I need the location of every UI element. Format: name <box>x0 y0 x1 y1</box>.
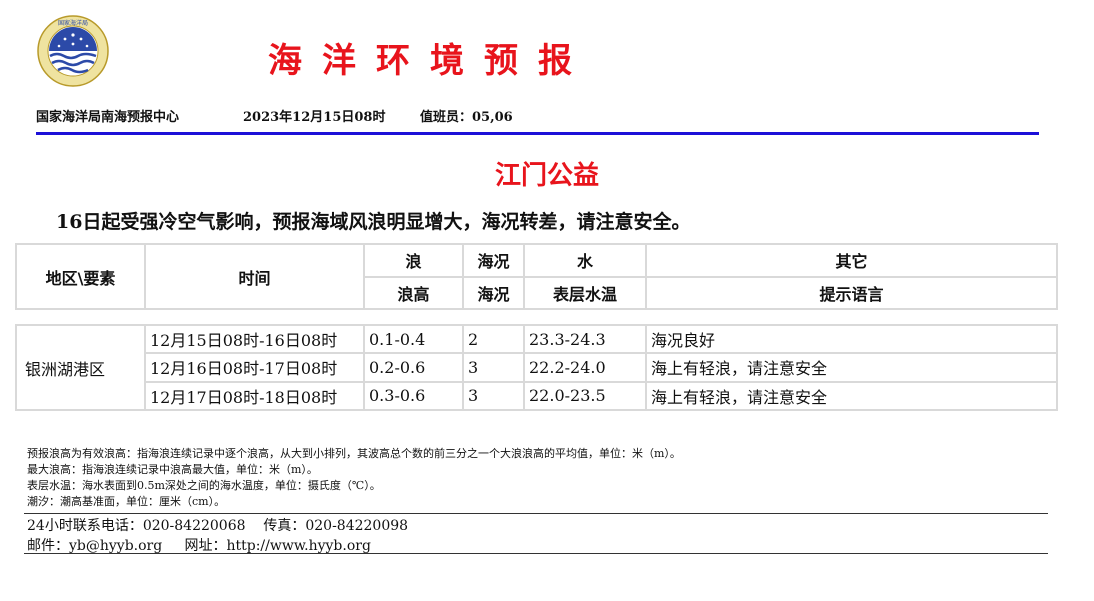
row-temp: 22.0-23.5 <box>523 380 647 412</box>
row-temp: 22.2-24.0 <box>523 352 647 383</box>
header-divider <box>36 132 1039 135</box>
col-sea-sub: 海况 <box>462 275 525 310</box>
row-wave: 0.2-0.6 <box>363 352 464 383</box>
contact-fax: 传真：020-84220098 <box>263 518 409 534</box>
row-sea: 3 <box>462 352 525 383</box>
row-time: 12月15日08时-16日08时 <box>144 323 365 355</box>
table-row: 12月16日08时-17日08时 0.2-0.6 3 22.2-24.0 海上有… <box>16 352 1058 383</box>
contact-email[interactable]: 邮件：yb@hyyb.org <box>27 538 162 554</box>
row-time: 12月17日08时-18日08时 <box>144 380 365 412</box>
soa-emblem-icon: 国家海洋局 <box>37 15 109 87</box>
contact-website[interactable]: 网址：http://www.hyyb.org <box>184 538 370 554</box>
note-line: 表层水温：海水表面到0.5m深处之间的海水温度，单位：摄氏度（℃）。 <box>27 479 381 492</box>
row-wave: 0.3-0.6 <box>363 380 464 412</box>
footnotes: 预报浪高为有效浪高：指海浪连续记录中逐个浪高，从大到小排列，其波高总个数的前三分… <box>27 446 681 510</box>
forecast-datetime: 2023年12月15日08时 <box>243 110 386 125</box>
contact-line-2: 邮件：yb@hyyb.org 网址：http://www.hyyb.org <box>27 535 371 555</box>
footer-divider-bottom <box>24 553 1048 554</box>
area-name: 银洲湖港区 <box>15 324 146 411</box>
note-line: 潮汐：潮高基准面，单位：厘米（cm）。 <box>27 495 226 508</box>
table-row: 12月17日08时-18日08时 0.3-0.6 3 22.0-23.5 海上有… <box>16 380 1058 412</box>
row-tip: 海况良好 <box>645 323 1058 355</box>
col-wave-sub: 浪高 <box>363 275 464 310</box>
table-row: 银洲湖港区 12月15日08时-16日08时 0.1-0.4 2 23.3-24… <box>15 323 1058 411</box>
row-tip: 海上有轻浪，请注意安全 <box>645 380 1058 412</box>
contact-line-1: 24小时联系电话：020-84220068 传真：020-84220098 <box>27 515 408 535</box>
col-area-header: 地区\要素 <box>15 243 146 310</box>
col-other-group: 其它 <box>645 243 1058 278</box>
row-tip: 海上有轻浪，请注意安全 <box>645 352 1058 383</box>
forecast-table-body: 银洲湖港区 12月15日08时-16日08时 0.1-0.4 2 23.3-24… <box>15 323 1058 412</box>
forecast-headline: 16日起受强冷空气影响，预报海域风浪明显增大，海况转差，请注意安全。 <box>56 211 691 233</box>
forecast-table-header: 地区\要素 时间 浪 海况 水 其它 浪高 海况 表层水温 提示语言 <box>15 243 1058 310</box>
note-line: 最大浪高：指海浪连续记录中浪高最大值，单位：米（m）。 <box>27 463 318 476</box>
col-sea-group: 海况 <box>462 243 525 278</box>
row-wave: 0.1-0.4 <box>363 323 464 355</box>
col-wave-group: 浪 <box>363 243 464 278</box>
note-line: 预报浪高为有效浪高：指海浪连续记录中逐个浪高，从大到小排列，其波高总个数的前三分… <box>27 447 681 460</box>
page-title: 海洋环境预报 <box>268 41 592 81</box>
col-time-header: 时间 <box>144 243 365 310</box>
duty-officer: 值班员：05,06 <box>420 110 513 125</box>
col-water-group: 水 <box>523 243 647 278</box>
contact-phone: 24小时联系电话：020-84220068 <box>27 518 246 534</box>
row-temp: 23.3-24.3 <box>523 323 647 355</box>
region-title: 江门公益 <box>494 161 599 191</box>
forecast-org: 国家海洋局南海预报中心 <box>36 110 180 125</box>
col-other-sub: 提示语言 <box>645 275 1058 310</box>
footer-divider-top <box>24 513 1048 514</box>
row-time: 12月16日08时-17日08时 <box>144 352 365 383</box>
row-sea: 3 <box>462 380 525 412</box>
row-sea: 2 <box>462 323 525 355</box>
logo-text: 国家海洋局 <box>58 19 88 27</box>
col-water-sub: 表层水温 <box>523 275 647 310</box>
